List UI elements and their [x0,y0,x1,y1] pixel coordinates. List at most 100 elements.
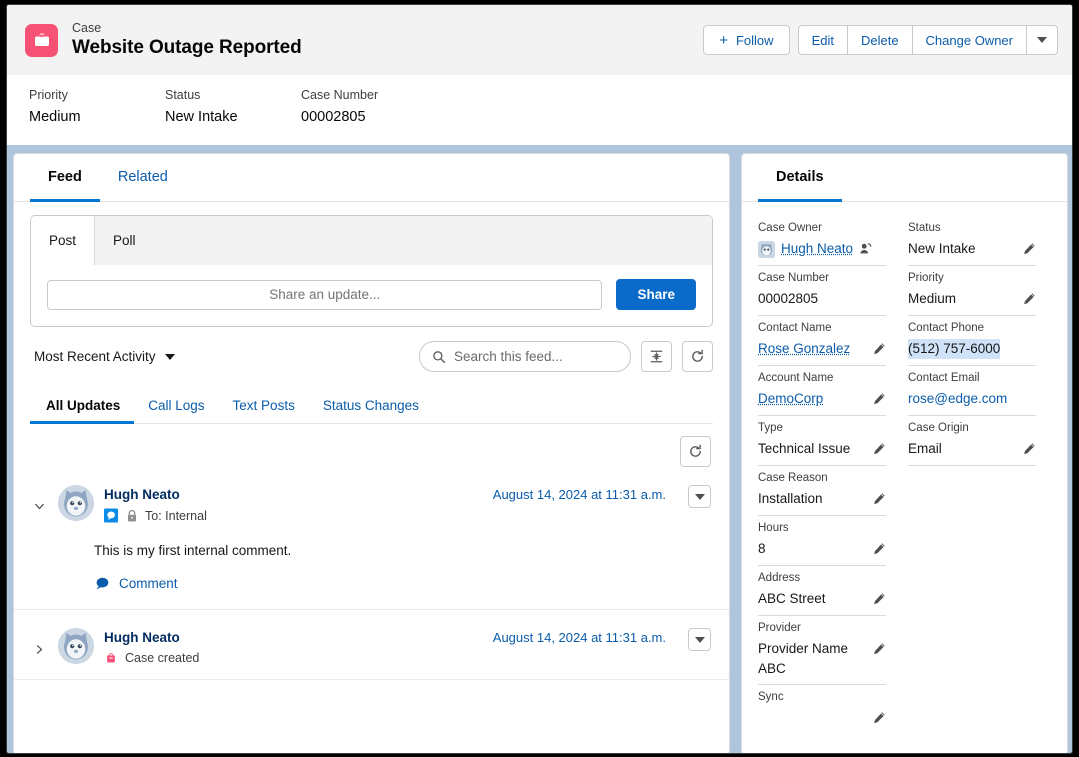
highlight-field-label: Status [165,87,301,104]
details-right-column: Status New Intake Prior [908,216,1036,734]
detail-field-value: 8 [758,539,867,559]
feed-item-header: Hugh Neato Case created August 14, 2024 … [30,628,711,665]
tab-details[interactable]: Details [758,154,842,202]
detail-field-case-owner: Case Owner [758,216,886,266]
edit-pencil-icon[interactable] [873,492,886,510]
collapse-all-icon [649,349,664,364]
detail-field-provider: Provider Provider Name ABC [758,616,886,685]
record-actions: + Follow Edit Delete Change Owner [703,25,1058,55]
delete-button[interactable]: Delete [848,25,913,55]
object-type-label: Case [72,21,703,36]
feed-panel: Feed Related Post Poll Share an update..… [13,153,730,754]
detail-field-value-row: 8 [758,539,886,560]
record-highlight-fields: Priority Medium Status New Intake Case N… [7,75,1073,145]
chevron-down-icon [1037,37,1047,43]
detail-field-value-row: Email [908,439,1036,460]
feed-item-menu-button[interactable] [688,628,711,651]
detail-field-value: Medium [908,289,1017,309]
chevron-down-icon [695,494,705,500]
collapse-post-chevron-icon[interactable] [30,497,48,515]
detail-field-value-row: Installation [758,489,886,510]
detail-field-contact-phone: Contact Phone (512) 757-6000 [908,316,1036,366]
share-button[interactable]: Share [616,279,696,310]
detail-field-label: Sync [758,689,886,706]
edit-button[interactable]: Edit [798,25,848,55]
feed-item-timestamp[interactable]: August 14, 2024 at 11:31 a.m. [493,628,666,645]
feed-filter-status-changes[interactable]: Status Changes [309,390,433,424]
detail-field-label: Contact Name [758,320,886,337]
expand-post-chevron-icon[interactable] [30,640,48,658]
detail-field-value-row: Provider Name ABC [758,639,886,679]
edit-pencil-icon[interactable] [873,542,886,560]
detail-field-case-number: Case Number 00002805 [758,266,886,316]
feed-search-placeholder: Search this feed... [454,349,563,364]
detail-field-value-row: Medium [908,289,1036,310]
edit-pencil-icon[interactable] [1023,442,1036,460]
refresh-icon [690,349,705,364]
edit-pencil-icon[interactable] [873,711,886,729]
feed-item-timestamp[interactable]: August 14, 2024 at 11:31 a.m. [493,485,666,502]
share-update-input[interactable]: Share an update... [47,280,602,310]
case-owner-link[interactable]: Hugh Neato [781,239,853,259]
edit-pencil-icon[interactable] [873,592,886,610]
publisher-body: Share an update... Share [31,265,712,326]
edit-pencil-icon[interactable] [873,442,886,460]
detail-field-account-name: Account Name DemoCorp [758,366,886,416]
detail-field-sync: Sync [758,685,886,734]
contact-phone-value[interactable]: (512) 757-6000 [908,339,1000,359]
account-name-link[interactable]: DemoCorp [758,389,867,409]
feed-list-refresh-button[interactable] [680,436,711,467]
highlight-field-value: Medium [29,107,165,127]
feed-sort-dropdown[interactable]: Most Recent Activity [28,345,181,368]
detail-field-label: Case Owner [758,220,886,237]
feed-search-input[interactable]: Search this feed... [419,341,631,372]
collapse-all-button[interactable] [641,341,672,372]
feed-toolbar: Most Recent Activity Search this feed... [14,327,729,372]
avatar [58,628,94,664]
record-body: Feed Related Post Poll Share an update..… [7,153,1073,754]
contact-email-link[interactable]: rose@edge.com [908,389,1036,409]
more-actions-button[interactable] [1027,25,1058,55]
detail-field-value-row: DemoCorp [758,389,886,410]
feed-filter-call-logs[interactable]: Call Logs [134,390,218,424]
edit-pencil-icon[interactable] [873,392,886,410]
publisher-tab-poll[interactable]: Poll [95,216,712,265]
feed-item-actions: Comment [30,560,711,609]
detail-field-label: Account Name [758,370,886,387]
tab-feed[interactable]: Feed [30,154,100,202]
publisher-tab-post[interactable]: Post [31,216,95,265]
change-owner-button[interactable]: Change Owner [913,25,1027,55]
edit-pencil-icon[interactable] [1023,292,1036,310]
detail-field-value-row: Technical Issue [758,439,886,460]
comment-action[interactable]: Comment [94,576,178,591]
page-title: Website Outage Reported [72,36,703,60]
plus-icon: + [719,33,728,48]
detail-field-type: Type Technical Issue [758,416,886,466]
feed-item-author[interactable]: Hugh Neato [104,629,483,647]
details-field-grid: Case Owner [742,202,1067,734]
detail-field-label: Address [758,570,886,587]
detail-field-label: Provider [758,620,886,637]
edit-pencil-icon[interactable] [873,342,886,360]
feed-refresh-button[interactable] [682,341,713,372]
record-title-block: Case Website Outage Reported [72,21,703,60]
contact-name-link[interactable]: Rose Gonzalez [758,339,867,359]
feed-list-refresh-row [14,424,729,467]
tab-related[interactable]: Related [100,154,186,202]
feed-filter-all-updates[interactable]: All Updates [30,390,134,424]
feed-item-author[interactable]: Hugh Neato [104,486,483,504]
detail-field-case-origin: Case Origin Email [908,416,1036,466]
details-panel-tabs: Details [742,154,1067,202]
feed-item-menu-button[interactable] [688,485,711,508]
detail-field-value-row: 00002805 [758,289,886,310]
details-panel: Details Case Owner [741,153,1068,754]
detail-field-contact-email: Contact Email rose@edge.com [908,366,1036,416]
edit-pencil-icon[interactable] [1023,242,1036,260]
feed-item-subline: To: Internal [104,508,483,523]
change-owner-icon[interactable] [859,242,872,260]
detail-field-value: Provider Name ABC [758,639,867,679]
follow-button[interactable]: + Follow [703,25,789,55]
edit-pencil-icon[interactable] [873,642,886,660]
feed-filter-text-posts[interactable]: Text Posts [219,390,309,424]
detail-field-value: Installation [758,489,867,509]
